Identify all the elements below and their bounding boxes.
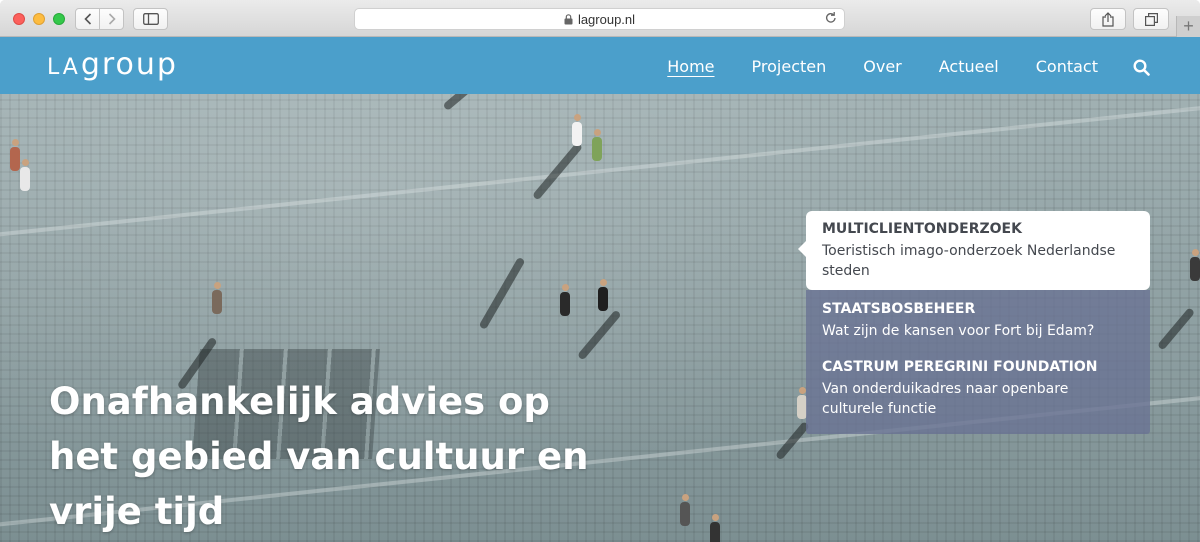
nav-projecten[interactable]: Projecten (752, 57, 827, 76)
show-tabs-button[interactable] (1133, 8, 1169, 30)
new-tab-button[interactable]: + (1176, 16, 1200, 37)
news-item-title: CASTRUM PEREGRINI FOUNDATION (822, 359, 1098, 375)
person-shadow (478, 256, 526, 330)
tabs-icon (1144, 12, 1158, 26)
url-text: lagroup.nl (577, 11, 636, 27)
reload-icon[interactable] (825, 11, 837, 24)
hero-headline: Onafhankelijk advies op het gebied van c… (49, 380, 589, 533)
logo-rest: group (80, 47, 178, 82)
nav-home[interactable]: Home (667, 57, 714, 76)
sidebar-icon (142, 13, 159, 25)
news-item-description: Van onderduikadres naar openbare culture… (822, 381, 1069, 417)
pedestrian (560, 284, 570, 316)
share-icon (1102, 11, 1114, 27)
plus-icon: + (1183, 16, 1194, 36)
pedestrian (592, 129, 602, 161)
pedestrian (10, 139, 20, 171)
sidebar-toggle-button[interactable] (133, 8, 168, 30)
pedestrian (710, 514, 720, 542)
pedestrian (598, 279, 608, 311)
news-list-rest: STAATSBOSBEHEER Wat zijn de kansen voor … (806, 290, 1150, 434)
news-item-castrum-peregrini[interactable]: CASTRUM PEREGRINI FOUNDATION Van onderdu… (806, 350, 1150, 428)
site-header: LAgroup Home Projecten Over Actueel Cont… (0, 37, 1200, 94)
nav-over[interactable]: Over (863, 57, 901, 76)
pedestrian (680, 494, 690, 526)
chevron-left-icon (83, 13, 91, 25)
person-shadow (1156, 307, 1196, 351)
nav-contact[interactable]: Contact (1036, 57, 1098, 76)
pedestrian (1190, 249, 1200, 281)
main-nav: Home Projecten Over Actueel Contact (630, 57, 1098, 76)
news-item-staatsbosbeheer[interactable]: STAATSBOSBEHEER Wat zijn de kansen voor … (806, 290, 1150, 350)
pedestrian (572, 114, 582, 146)
browser-window: lagroup.nl + LAgroup Home Projecten Over… (0, 0, 1200, 542)
news-item-description: Toeristisch imago-onderzoek Nederlandse … (822, 243, 1116, 279)
chevron-right-icon (108, 13, 116, 25)
search-icon[interactable] (1133, 59, 1150, 76)
site-logo[interactable]: LAgroup (47, 47, 178, 82)
pedestrian (20, 159, 30, 191)
person-shadow (442, 94, 494, 112)
news-slider: MULTICLIENTONDERZOEK Toeristisch imago-o… (798, 211, 1150, 434)
logo-caps: LA (47, 55, 81, 80)
nav-actueel[interactable]: Actueel (939, 57, 999, 76)
lock-icon (564, 13, 573, 25)
close-window-button[interactable] (13, 13, 25, 25)
person-shadow (576, 309, 622, 361)
browser-toolbar: lagroup.nl + (0, 0, 1200, 37)
back-button[interactable] (75, 8, 100, 30)
pedestrian (212, 282, 222, 314)
news-item-title: STAATSBOSBEHEER (822, 301, 976, 317)
minimize-window-button[interactable] (33, 13, 45, 25)
news-item-description: Wat zijn de kansen voor Fort bij Edam? (822, 323, 1095, 339)
address-bar[interactable]: lagroup.nl (354, 8, 845, 30)
news-item-title: MULTICLIENTONDERZOEK (822, 221, 1022, 237)
share-button[interactable] (1090, 8, 1126, 30)
maximize-window-button[interactable] (53, 13, 65, 25)
news-item-multiclientonderzoek[interactable]: MULTICLIENTONDERZOEK Toeristisch imago-o… (798, 211, 1150, 290)
forward-button[interactable] (99, 8, 124, 30)
